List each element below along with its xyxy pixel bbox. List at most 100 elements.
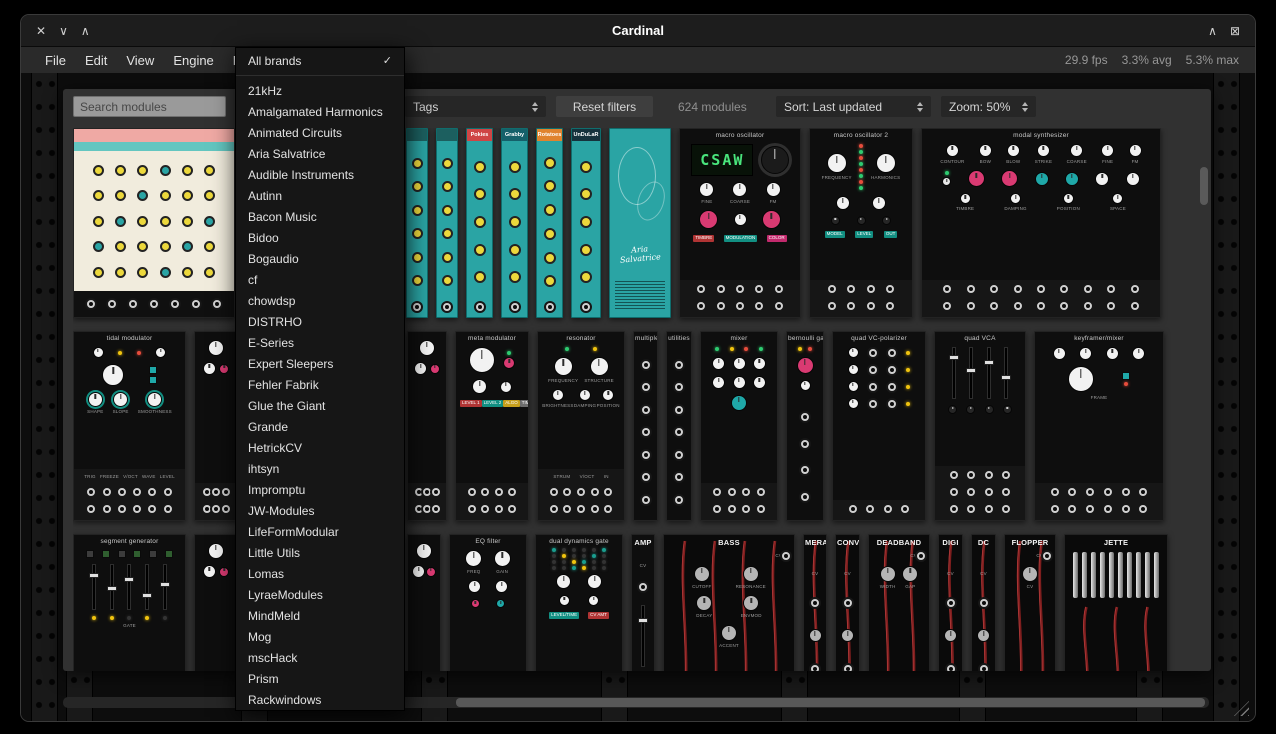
- brand-menu-item[interactable]: ihtsyn: [236, 458, 404, 479]
- knob-column: CVIN: [939, 549, 962, 671]
- module-card[interactable]: EQ filterFREQGAIN: [449, 534, 527, 671]
- module-card[interactable]: macro oscillator 2FREQUENCYHARMONICSMODE…: [809, 128, 913, 318]
- menu-edit[interactable]: Edit: [85, 53, 107, 68]
- port: [886, 285, 894, 293]
- module-card[interactable]: multiples: [633, 331, 658, 521]
- collapse-icon[interactable]: ∧: [1208, 24, 1217, 38]
- module-card[interactable]: [73, 128, 235, 318]
- brand-menu-item[interactable]: Glue the Giant: [236, 395, 404, 416]
- rack-rail-post: [66, 669, 93, 722]
- brand-menu-item[interactable]: LyraeModules: [236, 584, 404, 605]
- knob-col: CONTOUR: [940, 144, 964, 164]
- knob-row: [199, 543, 233, 559]
- brand-menu-item-all[interactable]: All brands ✓: [236, 50, 404, 71]
- brand-menu-item[interactable]: Animated Circuits: [236, 122, 404, 143]
- knob-row: [705, 376, 773, 389]
- module-card[interactable]: Pokies: [466, 128, 493, 318]
- brand-menu-item[interactable]: cf: [236, 269, 404, 290]
- module-card[interactable]: MERACVIN: [803, 534, 827, 671]
- brand-menu-item[interactable]: Aria Salvatrice: [236, 143, 404, 164]
- browser-vertical-scrollbar[interactable]: [1200, 167, 1208, 205]
- brand-menu-item[interactable]: LifeFormModular: [236, 521, 404, 542]
- module-card[interactable]: bernoulli gate: [786, 331, 824, 521]
- layout-icon[interactable]: ⊠: [1230, 24, 1240, 38]
- slider-thumb: [1001, 375, 1011, 380]
- module-card[interactable]: Grabby: [501, 128, 528, 318]
- module-card[interactable]: mixer: [700, 331, 778, 521]
- module-card[interactable]: [436, 128, 458, 318]
- module-card[interactable]: BASSCVCUTOFFRESONANCEDECAYENVMODACCENTGA…: [663, 534, 795, 671]
- knob: [579, 389, 591, 401]
- brand-menu-item[interactable]: Expert Sleepers: [236, 353, 404, 374]
- brand-menu-item[interactable]: Bogaudio: [236, 248, 404, 269]
- menu-view[interactable]: View: [126, 53, 154, 68]
- port-row: [80, 505, 179, 513]
- module-card[interactable]: modal synthesizerCONTOURBOWBLOWSTRIKECOA…: [921, 128, 1161, 318]
- brand-menu-item[interactable]: JW-Modules: [236, 500, 404, 521]
- module-card[interactable]: segment generatorGATE: [73, 534, 186, 671]
- module-card[interactable]: DIGICVIN: [938, 534, 963, 671]
- module-card[interactable]: macro oscillatorCSAWFINECOARSEFMTIMBREMO…: [679, 128, 801, 318]
- module-card[interactable]: UnDuLaR: [571, 128, 601, 318]
- knob-column: CVIN: [972, 549, 995, 671]
- tags-dropdown[interactable]: Tags: [405, 96, 546, 117]
- knob: [474, 216, 486, 228]
- scrollbar-thumb[interactable]: [456, 698, 1205, 707]
- module-card[interactable]: meta modulatorLEVEL 1LEVEL 2ALGOTIMBRE: [455, 331, 529, 521]
- module-card[interactable]: [194, 534, 238, 671]
- brand-menu-item[interactable]: E-Series: [236, 332, 404, 353]
- brand-menu-item[interactable]: Prism: [236, 668, 404, 689]
- chevron-up-icon[interactable]: ∧: [81, 24, 90, 38]
- module-card[interactable]: resonatorFREQUENCYSTRUCTUREBRIGHTNESSDAM…: [537, 331, 625, 521]
- module-card[interactable]: keyframer/mixerFRAME: [1034, 331, 1164, 521]
- brand-menu-item[interactable]: mscHack: [236, 647, 404, 668]
- module-card[interactable]: quad VCA: [934, 331, 1026, 521]
- module-card[interactable]: DEADBANDCVWIDTHGAPINOUT: [868, 534, 930, 671]
- module-card[interactable]: tidal modulatorSHAPESLOPESMOOTHNESSTRIGF…: [73, 331, 186, 521]
- module-card[interactable]: Rotatoes: [536, 128, 563, 318]
- brand-menu-item[interactable]: Amalgamated Harmonics: [236, 101, 404, 122]
- module-card[interactable]: FLOPPERCVCVINOUT: [1004, 534, 1056, 671]
- reset-filters-button[interactable]: Reset filters: [556, 96, 653, 117]
- module-card[interactable]: quad VC-polarizer: [832, 331, 926, 521]
- zoom-dropdown[interactable]: Zoom: 50%: [941, 96, 1036, 117]
- module-card[interactable]: CONVCVIN: [835, 534, 860, 671]
- brand-menu-item[interactable]: chowdsp: [236, 290, 404, 311]
- module-card[interactable]: [407, 534, 441, 671]
- brand-menu-item[interactable]: Mog: [236, 626, 404, 647]
- module-card[interactable]: [406, 128, 428, 318]
- brand-menu-item[interactable]: Audible Instruments: [236, 164, 404, 185]
- brand-menu-item[interactable]: Bidoo: [236, 227, 404, 248]
- module-card[interactable]: utilities: [666, 331, 692, 521]
- brand-menu-item[interactable]: Autinn: [236, 185, 404, 206]
- brand-menu-item[interactable]: DISTRHO: [236, 311, 404, 332]
- brand-menu-item[interactable]: HetrickCV: [236, 437, 404, 458]
- brand-menu-item[interactable]: 21kHz: [236, 80, 404, 101]
- menu-file[interactable]: File: [45, 53, 66, 68]
- brand-menu-item[interactable]: MindMeld: [236, 605, 404, 626]
- module-card[interactable]: AMPCVIN: [631, 534, 655, 671]
- brand-menu-item[interactable]: Bacon Music: [236, 206, 404, 227]
- module-card[interactable]: Aria Salvatrice: [609, 128, 671, 318]
- search-input[interactable]: [73, 96, 226, 117]
- sort-dropdown[interactable]: Sort: Last updated: [776, 96, 931, 117]
- module-card[interactable]: dual dynamics gateLEVEL/TIMECV AMTEXCITE…: [535, 534, 623, 671]
- brand-menu-item[interactable]: Lomas: [236, 563, 404, 584]
- module-card[interactable]: JETTE: [1064, 534, 1168, 671]
- close-icon[interactable]: ✕: [36, 24, 46, 38]
- module-title: keyframer/mixer: [1035, 332, 1163, 344]
- menu-engine[interactable]: Engine: [173, 53, 213, 68]
- knob: [848, 364, 859, 375]
- brand-menu-item[interactable]: Fehler Fabrik: [236, 374, 404, 395]
- chevron-down-icon[interactable]: ∨: [59, 24, 68, 38]
- brand-menu-item[interactable]: Rackwindows: [236, 689, 404, 710]
- brand-menu-item[interactable]: Impromptu: [236, 479, 404, 500]
- brand-menu-item[interactable]: Grande: [236, 416, 404, 437]
- knob: [948, 405, 957, 414]
- module-card[interactable]: [194, 331, 238, 521]
- module-card[interactable]: [407, 331, 447, 521]
- module-card[interactable]: DCCVIN: [971, 534, 996, 671]
- knob-row: CV: [1009, 566, 1051, 589]
- brand-menu-item[interactable]: Little Utils: [236, 542, 404, 563]
- knob-row: [837, 347, 921, 358]
